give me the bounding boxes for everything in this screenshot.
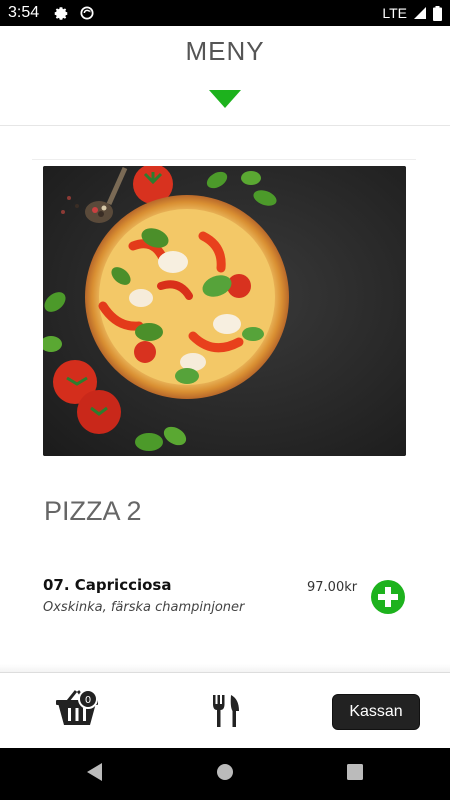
plus-circle-icon[interactable] bbox=[371, 580, 405, 614]
page-title: MENY bbox=[185, 36, 265, 66]
menu-header: MENY bbox=[0, 26, 450, 126]
system-nav-bar bbox=[0, 748, 450, 800]
back-icon[interactable] bbox=[86, 762, 104, 782]
status-time: 3:54 bbox=[8, 4, 40, 21]
sync-icon bbox=[79, 5, 95, 21]
checkout-button[interactable]: Kassan bbox=[332, 694, 420, 730]
triangle-down-icon[interactable] bbox=[209, 90, 241, 112]
menu-item-name: 07. Capricciosa bbox=[43, 576, 172, 594]
menu-item-price: 97.00kr bbox=[307, 580, 358, 595]
bottom-bar: 0 Kassan bbox=[0, 672, 450, 748]
signal-icon bbox=[414, 7, 426, 19]
category-title: PIZZA 2 bbox=[44, 496, 142, 526]
cart-count-badge: 0 bbox=[78, 689, 98, 709]
fork-knife-icon[interactable] bbox=[211, 695, 241, 727]
network-type: LTE bbox=[382, 5, 407, 21]
pizza-photo bbox=[43, 166, 406, 456]
status-bar: 3:54 LTE bbox=[0, 0, 450, 26]
menu-item-description: Oxskinka, färska champinjoner bbox=[43, 600, 245, 615]
home-icon[interactable] bbox=[216, 762, 234, 782]
status-right: LTE bbox=[382, 5, 442, 21]
settings-icon bbox=[53, 5, 69, 21]
battery-icon bbox=[433, 5, 442, 21]
recents-icon[interactable] bbox=[346, 762, 364, 782]
divider bbox=[32, 159, 416, 160]
